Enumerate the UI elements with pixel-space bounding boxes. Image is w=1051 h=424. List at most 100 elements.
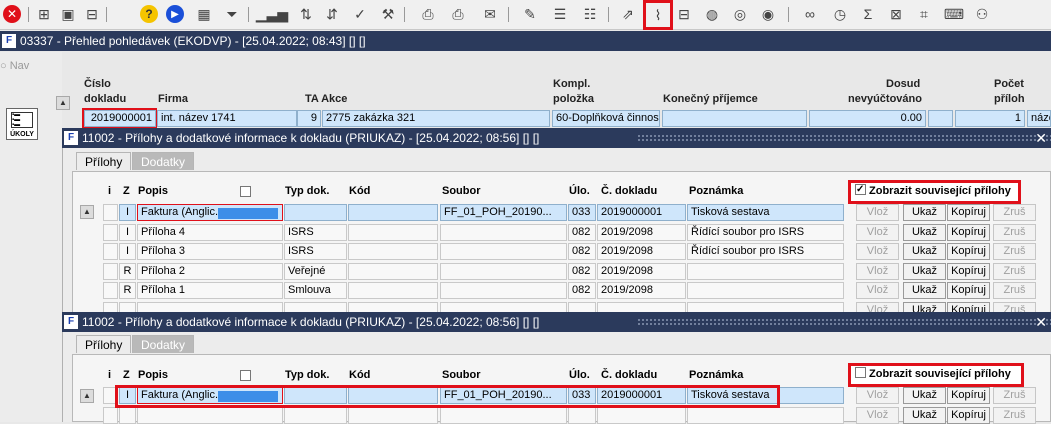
mail-icon[interactable]: ✉	[480, 4, 500, 24]
poznamka-cell[interactable]	[687, 406, 844, 424]
tasks-icon[interactable]: ▪▬ ▪▬ ▪▬ ÚKOLY	[6, 108, 38, 140]
ulo-cell[interactable]: 082	[568, 262, 596, 280]
show-related-checkbox[interactable]: Zobrazit související přílohy	[848, 180, 1021, 204]
user-icon[interactable]: ⚇	[972, 4, 992, 24]
insert-button[interactable]: Vlož	[856, 223, 899, 241]
soubor-cell[interactable]	[440, 223, 567, 241]
typ-cell[interactable]: ISRS	[284, 223, 347, 241]
poznamka-cell[interactable]: Řídící soubor pro ISRS	[687, 223, 844, 241]
checkbox-unchecked[interactable]	[855, 367, 866, 378]
copy-button[interactable]: Kopíruj	[947, 406, 990, 424]
show-related-checkbox[interactable]: Zobrazit související přílohy	[848, 363, 1024, 387]
insert-button[interactable]: Vlož	[856, 204, 899, 221]
close-icon[interactable]: ✕	[3, 5, 21, 23]
edit-icon[interactable]: ✎	[520, 4, 540, 24]
popis-cell[interactable]: Příloha 2	[137, 262, 283, 280]
align-icon[interactable]: ⊟	[674, 4, 694, 24]
ulo-cell[interactable]: 082	[568, 243, 596, 260]
popis-cell[interactable]: Příloha 4	[137, 223, 283, 241]
code-icon[interactable]: ⌗	[914, 4, 934, 24]
ulo-cell[interactable]: 082	[568, 282, 596, 299]
show-button[interactable]: Ukaž	[903, 282, 946, 299]
kod-cell[interactable]	[348, 406, 438, 424]
delete-button[interactable]: Zruš	[993, 262, 1036, 280]
sort-desc-icon[interactable]: ⇵	[322, 4, 342, 24]
ulo-cell[interactable]: 082	[568, 223, 596, 241]
list-icon[interactable]: ☰	[550, 4, 570, 24]
sum-icon[interactable]: Σ	[858, 4, 878, 24]
glasses-icon[interactable]: ∞	[800, 4, 820, 24]
i-cell[interactable]	[103, 243, 118, 260]
kod-cell[interactable]	[348, 223, 438, 241]
ulo-cell[interactable]	[568, 406, 596, 424]
z-cell[interactable]: I	[119, 223, 136, 241]
z-cell[interactable]: R	[119, 262, 136, 280]
typ-cell[interactable]: Veřejné	[284, 262, 347, 280]
attachment-icon[interactable]: ⌇	[643, 0, 673, 30]
delete-button[interactable]: Zruš	[993, 387, 1036, 404]
insert-button[interactable]: Vlož	[856, 387, 899, 404]
z-cell[interactable]	[119, 406, 136, 424]
eye-icon[interactable]: ◉	[758, 4, 778, 24]
excel-icon[interactable]: ⊠	[886, 4, 906, 24]
check-icon[interactable]: ✓	[350, 4, 370, 24]
copy-button[interactable]: Kopíruj	[947, 262, 990, 280]
i-cell[interactable]	[103, 223, 118, 241]
copy-button[interactable]: Kopíruj	[947, 282, 990, 299]
popis-cell[interactable]	[137, 406, 283, 424]
i-cell[interactable]	[103, 262, 118, 280]
select-all-checkbox[interactable]	[240, 370, 251, 381]
nav-button[interactable]: ○ Nav	[0, 60, 29, 72]
z-cell[interactable]: I	[119, 243, 136, 260]
doklad-cell[interactable]: 2019/2098	[597, 223, 686, 241]
kod-cell[interactable]	[348, 282, 438, 299]
extra-field[interactable]: náze	[1027, 110, 1051, 127]
pocet-field[interactable]: 1	[955, 110, 1025, 127]
globe-icon[interactable]: ◍	[702, 4, 722, 24]
show-button[interactable]: Ukaž	[903, 243, 946, 260]
cislo-field[interactable]: 2019000001	[84, 110, 156, 127]
delete-button[interactable]: Zruš	[993, 243, 1036, 260]
copy-button[interactable]: Kopíruj	[947, 204, 990, 221]
print-icon[interactable]: ⎙	[418, 4, 438, 24]
poznamka-cell[interactable]: Řídící soubor pro ISRS	[687, 243, 844, 260]
show-button[interactable]: Ukaž	[903, 223, 946, 241]
insert-button[interactable]: Vlož	[856, 282, 899, 299]
help-icon[interactable]: ?	[140, 5, 158, 23]
popis-cell[interactable]: Faktura (Anglic...	[137, 204, 283, 221]
delete-button[interactable]: Zruš	[993, 282, 1036, 299]
i-cell[interactable]	[103, 282, 118, 299]
ta-field[interactable]: 9	[297, 110, 321, 127]
kompl-field[interactable]: 60-Doplňková činnost	[552, 110, 660, 127]
typ-cell[interactable]: Smlouva	[284, 282, 347, 299]
kod-cell[interactable]	[348, 243, 438, 260]
typ-cell[interactable]	[284, 406, 347, 424]
akce-field[interactable]: 2775 zakázka 321	[322, 110, 550, 127]
keyboard-icon[interactable]: ⌨	[944, 4, 964, 24]
konecny-field[interactable]	[662, 110, 807, 127]
poznamka-cell[interactable]	[687, 262, 844, 280]
insert-button[interactable]: Vlož	[856, 262, 899, 280]
checklist-icon[interactable]: ☷	[580, 4, 600, 24]
doklad-cell[interactable]: 2019/2098	[597, 243, 686, 260]
z-cell[interactable]: I	[119, 204, 136, 221]
blank-field[interactable]	[928, 110, 953, 127]
delete-button[interactable]: Zruš	[993, 204, 1036, 221]
sort-asc-icon[interactable]: ⇅	[296, 4, 316, 24]
doklad-cell[interactable]: 2019/2098	[597, 282, 686, 299]
save-icon[interactable]: ▣	[58, 4, 78, 24]
doklad-cell[interactable]: 2019/2098	[597, 262, 686, 280]
show-button[interactable]: Ukaž	[903, 262, 946, 280]
soubor-cell[interactable]: FF_01_POH_20190...	[440, 204, 567, 221]
copy-button[interactable]: Kopíruj	[947, 387, 990, 404]
calendar-icon[interactable]: ▦	[194, 4, 214, 24]
z-cell[interactable]: R	[119, 282, 136, 299]
doklad-cell[interactable]: 2019000001	[597, 204, 686, 221]
i-cell[interactable]	[103, 204, 118, 221]
soubor-cell[interactable]	[440, 282, 567, 299]
checkbox-checked[interactable]	[855, 182, 866, 198]
copy-button[interactable]: Kopíruj	[947, 223, 990, 241]
scroll-up-button[interactable]: ▲	[80, 205, 94, 219]
show-button[interactable]: Ukaž	[903, 387, 946, 404]
filter-icon[interactable]: ⏷	[222, 4, 242, 24]
